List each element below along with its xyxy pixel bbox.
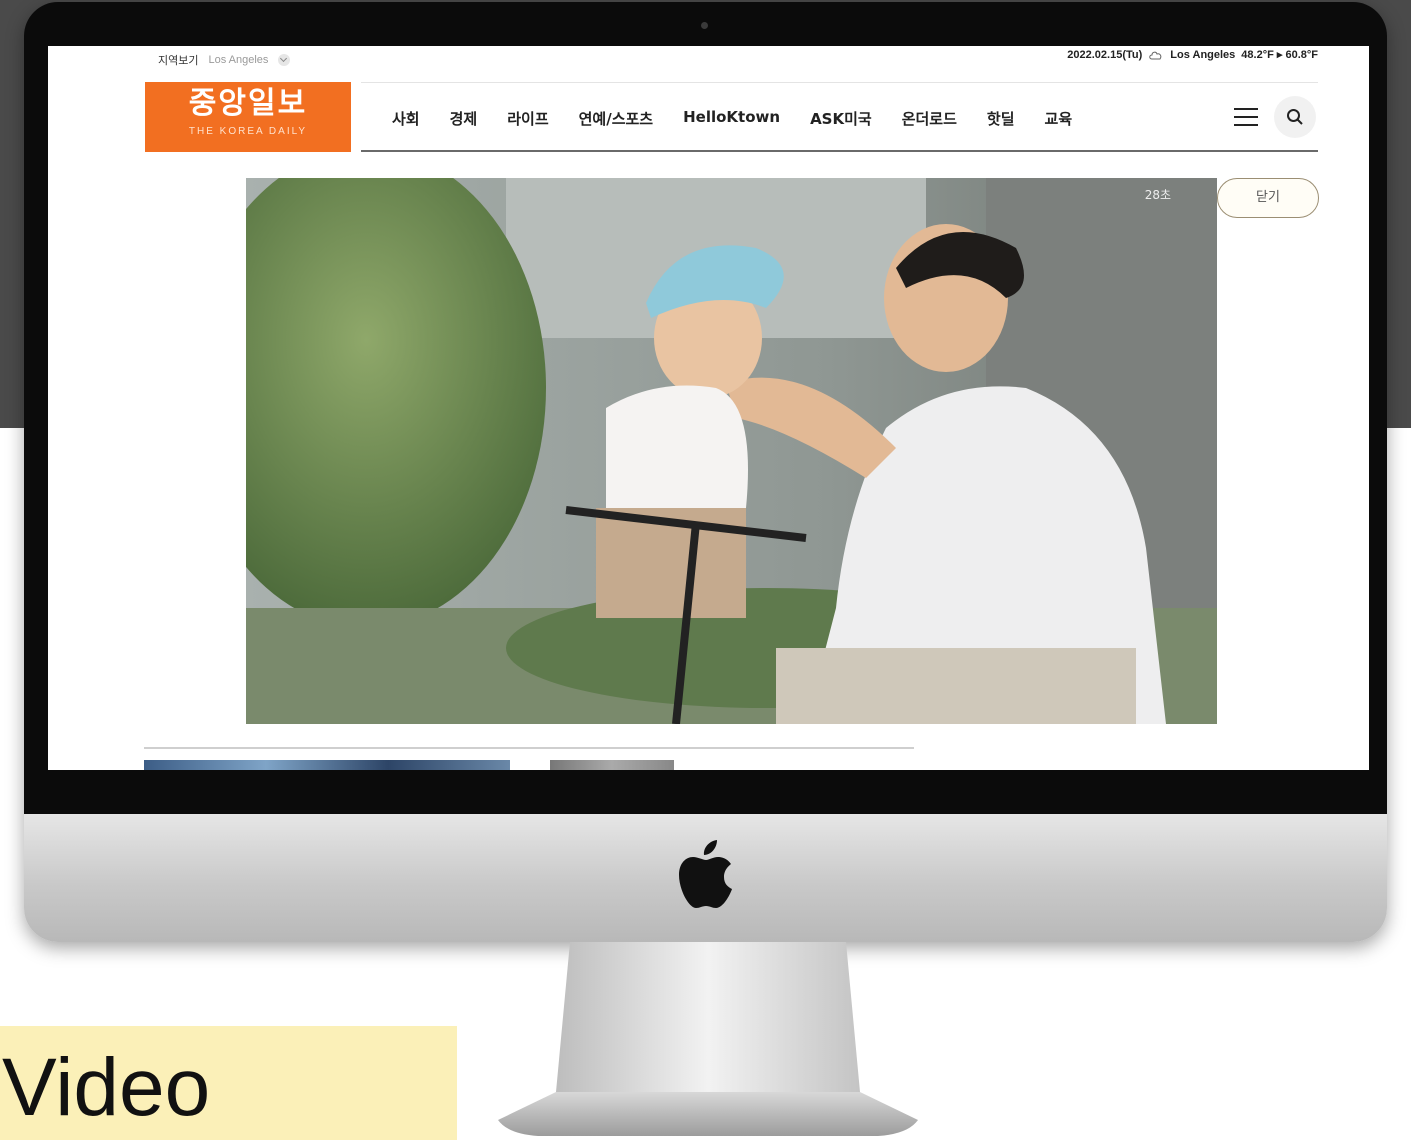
nav-item-hot-deal[interactable]: 핫딜 <box>987 108 1015 129</box>
nav-item-on-the-road[interactable]: 온더로드 <box>902 108 957 129</box>
region-selector[interactable]: 지역보기 Los Angeles <box>158 52 291 68</box>
nav-item-entertainment-sports[interactable]: 연예/스포츠 <box>579 108 653 129</box>
date-weather: 2022.02.15(Tu) Los Angeles 48.2°F ▸ 60.8… <box>1067 48 1318 62</box>
nav-item-life[interactable]: 라이프 <box>507 108 548 129</box>
website-screen: 지역보기 Los Angeles 2022.02.15(Tu) Los Ange… <box>48 46 1369 770</box>
date-text: 2022.02.15(Tu) <box>1067 48 1143 61</box>
article-thumbnail[interactable] <box>550 760 674 770</box>
apple-logo <box>679 840 732 908</box>
cloud-icon <box>1149 51 1162 59</box>
site-logo[interactable]: 중앙일보 THE KOREA DAILY <box>145 82 351 152</box>
nav-item-ask-usa[interactable]: ASK미국 <box>810 108 872 129</box>
caption-text: Video <box>2 1042 211 1133</box>
search-icon <box>1287 109 1303 125</box>
video-caption-label: Video <box>0 1026 457 1140</box>
nav-divider <box>361 150 1318 152</box>
chevron-down-icon[interactable] <box>278 54 291 66</box>
video-frame <box>246 178 1217 724</box>
nav-item-helloktown[interactable]: HelloKtown <box>683 108 780 129</box>
logo-korean: 중앙일보 <box>188 86 308 121</box>
content-divider <box>144 747 914 749</box>
close-video-button[interactable]: 닫기 <box>1217 178 1319 218</box>
nav-item-society[interactable]: 사회 <box>392 108 420 129</box>
video-countdown: 28초 <box>1144 188 1171 202</box>
video-player[interactable]: 28초 <box>246 178 1217 724</box>
logo-english: THE KOREA DAILY <box>188 126 308 137</box>
search-button[interactable] <box>1274 96 1316 138</box>
weather-city: Los Angeles <box>1170 48 1236 61</box>
hamburger-menu-icon[interactable] <box>1234 108 1258 128</box>
monitor-stand <box>498 942 918 1138</box>
nav-item-education[interactable]: 교육 <box>1045 108 1073 129</box>
article-thumbnail[interactable] <box>144 760 510 770</box>
region-label: 지역보기 <box>158 54 199 67</box>
main-nav: 사회 경제 라이프 연예/스포츠 HelloKtown ASK미국 온더로드 핫… <box>392 108 1102 129</box>
weather-temp: 48.2°F ▸ 60.8°F <box>1241 49 1318 61</box>
nav-item-economy[interactable]: 경제 <box>450 108 478 129</box>
camera-dot <box>701 22 708 29</box>
region-value: Los Angeles <box>208 54 269 66</box>
header-top-divider <box>361 82 1318 83</box>
